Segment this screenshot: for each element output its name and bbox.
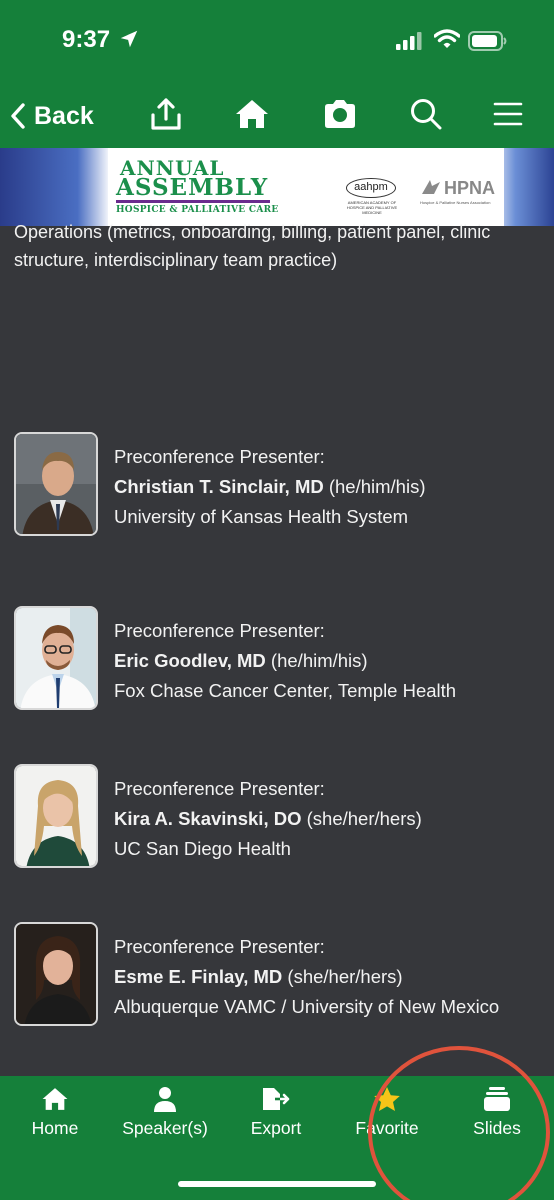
cellular-signal-icon <box>396 32 422 50</box>
presenter-role: Preconference Presenter: <box>114 620 325 641</box>
share-icon <box>151 98 181 130</box>
presenter-name-line: Esme E. Finlay, MD (she/her/hers) <box>114 962 499 992</box>
search-icon <box>411 99 442 130</box>
presenter-info: Preconference Presenter: Kira A. Skavins… <box>114 774 422 864</box>
presenter-info: Preconference Presenter: Christian T. Si… <box>114 442 426 532</box>
tab-home[interactable]: Home <box>0 1086 110 1146</box>
tab-export[interactable]: Export <box>221 1086 331 1146</box>
hamburger-menu-icon <box>493 102 523 126</box>
tab-slides-label: Slides <box>473 1118 521 1138</box>
aahpm-logo-subtitle: AMERICAN ACADEMY OF HOSPICE AND PALLIATI… <box>346 200 398 215</box>
tab-favorite[interactable]: Favorite <box>332 1086 442 1146</box>
presenter-affiliation: Fox Chase Cancer Center, Temple Health <box>114 680 457 701</box>
top-header: 9:37 Back <box>0 0 554 148</box>
presenter-pronouns: (she/her/hers) <box>301 808 422 829</box>
hpna-logo-mark-icon <box>422 180 440 194</box>
home-nav-button[interactable] <box>234 96 270 132</box>
tab-home-label: Home <box>31 1118 79 1138</box>
slides-icon <box>484 1087 510 1111</box>
home-icon <box>236 100 268 128</box>
battery-icon <box>468 31 507 51</box>
presenter-affiliation: UC San Diego Health <box>114 838 291 859</box>
aahpm-logo: aahpm <box>346 178 396 198</box>
tab-export-label: Export <box>250 1118 302 1138</box>
hpna-logo: HPNA <box>444 178 496 198</box>
presenter-affiliation: University of Kansas Health System <box>114 506 409 527</box>
star-icon <box>374 1087 400 1111</box>
camera-button[interactable] <box>322 96 358 132</box>
banner-logos: ANNUAL ASSEMBLY HOSPICE & PALLIATIVE CAR… <box>108 148 504 226</box>
presenter-name: Esme E. Finlay, MD <box>114 966 283 987</box>
tab-speakers-label: Speaker(s) <box>122 1118 208 1138</box>
tab-slides[interactable]: Slides <box>442 1086 552 1146</box>
status-time: 9:37 <box>62 26 111 53</box>
event-banner: ANNUAL ASSEMBLY HOSPICE & PALLIATIVE CAR… <box>0 148 554 226</box>
presenter-name-line: Kira A. Skavinski, DO (she/her/hers) <box>114 804 422 834</box>
back-label: Back <box>34 101 94 130</box>
hpna-logo-subtitle: Hospice & Palliative Nurses Association <box>420 200 491 205</box>
search-button[interactable] <box>408 96 444 132</box>
session-description: Operations (metrics, onboarding, billing… <box>14 222 491 270</box>
presenter-info: Preconference Presenter: Eric Goodlev, M… <box>114 616 456 706</box>
presenter-name: Christian T. Sinclair, MD <box>114 476 324 497</box>
presenter-role: Preconference Presenter: <box>114 446 325 467</box>
presenter-info: Preconference Presenter: Esme E. Finlay,… <box>114 932 499 1022</box>
presenter-affiliation: Albuquerque VAMC / University of New Mex… <box>114 996 500 1017</box>
tab-favorite-label: Favorite <box>355 1118 419 1138</box>
presenter-photo <box>14 432 98 536</box>
wifi-icon <box>434 29 460 48</box>
banner-subtitle: HOSPICE & PALLIATIVE CARE <box>116 205 279 215</box>
banner-divider <box>116 200 270 203</box>
presenter-role: Preconference Presenter: <box>114 778 325 799</box>
home-indicator[interactable] <box>178 1181 376 1187</box>
chevron-left-icon <box>11 103 25 129</box>
presenter-role: Preconference Presenter: <box>114 936 325 957</box>
presenter-pronouns: (she/her/hers) <box>282 966 403 987</box>
presenter-photo <box>14 922 98 1026</box>
presenter-photo <box>14 764 98 868</box>
person-icon <box>154 1087 176 1112</box>
menu-button[interactable] <box>490 96 526 132</box>
share-button[interactable] <box>148 96 184 132</box>
home-icon <box>42 1088 68 1110</box>
presenter-name: Eric Goodlev, MD <box>114 650 266 671</box>
banner-assembly: ASSEMBLY <box>116 174 269 201</box>
back-button[interactable]: Back <box>10 96 94 136</box>
presenter-photo <box>14 606 98 710</box>
presenter-pronouns: (he/him/his) <box>265 650 368 671</box>
presenter-name-line: Christian T. Sinclair, MD (he/him/his) <box>114 472 426 502</box>
presenter-name: Kira A. Skavinski, DO <box>114 808 302 829</box>
tab-speakers[interactable]: Speaker(s) <box>110 1086 220 1146</box>
export-icon <box>263 1088 290 1110</box>
presenter-name-line: Eric Goodlev, MD (he/him/his) <box>114 646 456 676</box>
camera-icon <box>325 100 355 128</box>
location-arrow-icon <box>120 30 138 48</box>
presenter-pronouns: (he/him/his) <box>323 476 426 497</box>
